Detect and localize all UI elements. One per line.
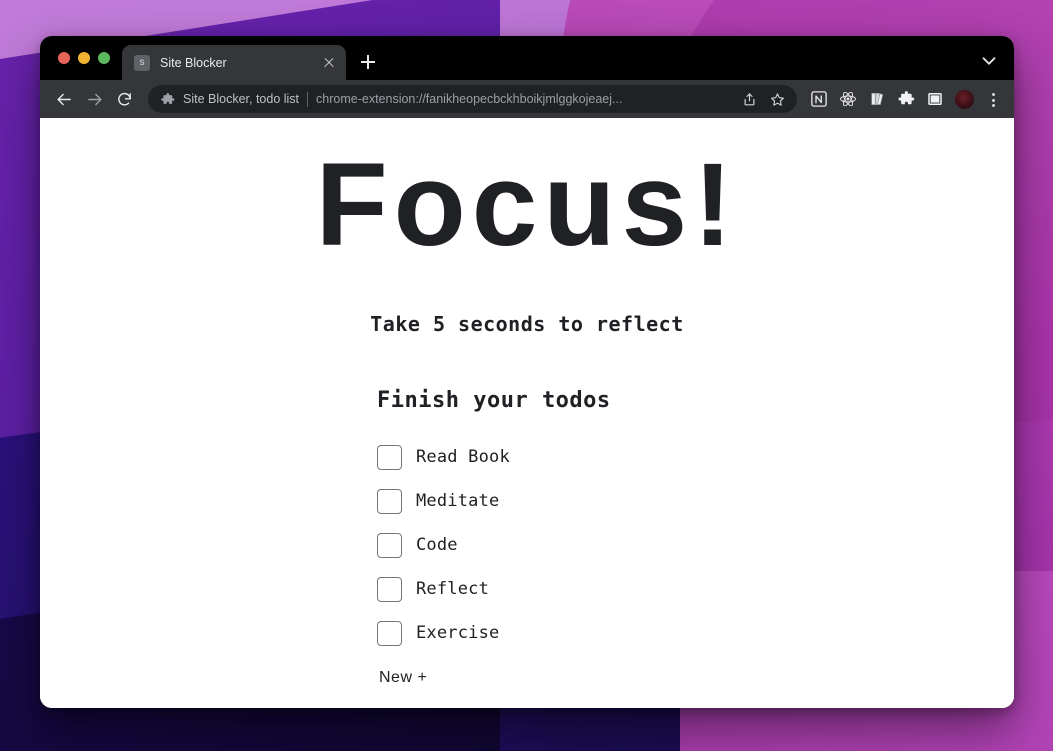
window-controls <box>40 36 122 80</box>
todo-item[interactable]: Exercise <box>377 611 677 655</box>
puzzle-piece-icon <box>160 92 175 107</box>
omnibox-url: chrome-extension://fanikheopecbckhboikjm… <box>316 92 623 106</box>
todo-item[interactable]: Code <box>377 523 677 567</box>
todo-label: Meditate <box>416 491 500 511</box>
address-bar[interactable]: Site Blocker, todo list chrome-extension… <box>148 85 797 113</box>
side-panel-icon[interactable] <box>922 86 948 112</box>
omnibox-extension-name: Site Blocker, todo list <box>183 92 300 106</box>
tab-site-blocker[interactable]: s Site Blocker <box>122 45 346 80</box>
tab-favicon: s <box>134 54 150 71</box>
omnibox-divider <box>307 91 309 107</box>
todo-label: Exercise <box>416 623 500 643</box>
browser-toolbar: Site Blocker, todo list chrome-extension… <box>40 80 1014 118</box>
todo-item[interactable]: Read Book <box>377 435 677 479</box>
page-content: Focus! Take 5 seconds to reflect Finish … <box>40 118 1014 708</box>
back-button[interactable] <box>50 85 78 113</box>
tab-strip: s Site Blocker <box>40 36 1014 80</box>
todo-panel: Finish your todos Read Book Meditate Cod… <box>377 388 677 687</box>
todo-item[interactable]: Meditate <box>377 479 677 523</box>
todo-item[interactable]: Reflect <box>377 567 677 611</box>
notion-icon[interactable] <box>806 86 832 112</box>
add-todo-button[interactable]: New + <box>377 669 677 687</box>
todo-checkbox[interactable] <box>377 444 402 470</box>
tab-title: Site Blocker <box>160 55 227 70</box>
minimize-window-button[interactable] <box>78 52 90 64</box>
todo-label: Read Book <box>416 447 510 467</box>
browser-window: s Site Blocker Site Blocker, todo list c… <box>40 36 1014 708</box>
puzzle-piece-icon[interactable] <box>893 86 919 112</box>
maximize-window-button[interactable] <box>98 52 110 64</box>
profile-avatar-image <box>954 89 974 109</box>
forward-button[interactable] <box>80 85 108 113</box>
chevron-down-icon[interactable] <box>978 50 1000 72</box>
close-icon[interactable] <box>320 54 338 72</box>
book-icon[interactable] <box>864 86 890 112</box>
avatar[interactable] <box>951 86 977 112</box>
page-subtitle: Take 5 seconds to reflect <box>370 312 684 336</box>
todo-checkbox[interactable] <box>377 620 402 646</box>
todo-checkbox[interactable] <box>377 576 402 602</box>
page-title: Focus! <box>315 139 739 271</box>
share-icon[interactable] <box>739 89 759 109</box>
todo-label: Reflect <box>416 579 490 599</box>
react-atom-icon[interactable] <box>835 86 861 112</box>
todo-checkbox[interactable] <box>377 488 402 514</box>
new-tab-button[interactable] <box>354 48 382 76</box>
three-dot-menu-icon[interactable] <box>980 86 1006 112</box>
reload-button[interactable] <box>110 85 138 113</box>
todo-section-title: Finish your todos <box>377 388 611 413</box>
todo-checkbox[interactable] <box>377 532 402 558</box>
close-window-button[interactable] <box>58 52 70 64</box>
star-icon[interactable] <box>767 89 787 109</box>
todo-label: Code <box>416 535 458 555</box>
